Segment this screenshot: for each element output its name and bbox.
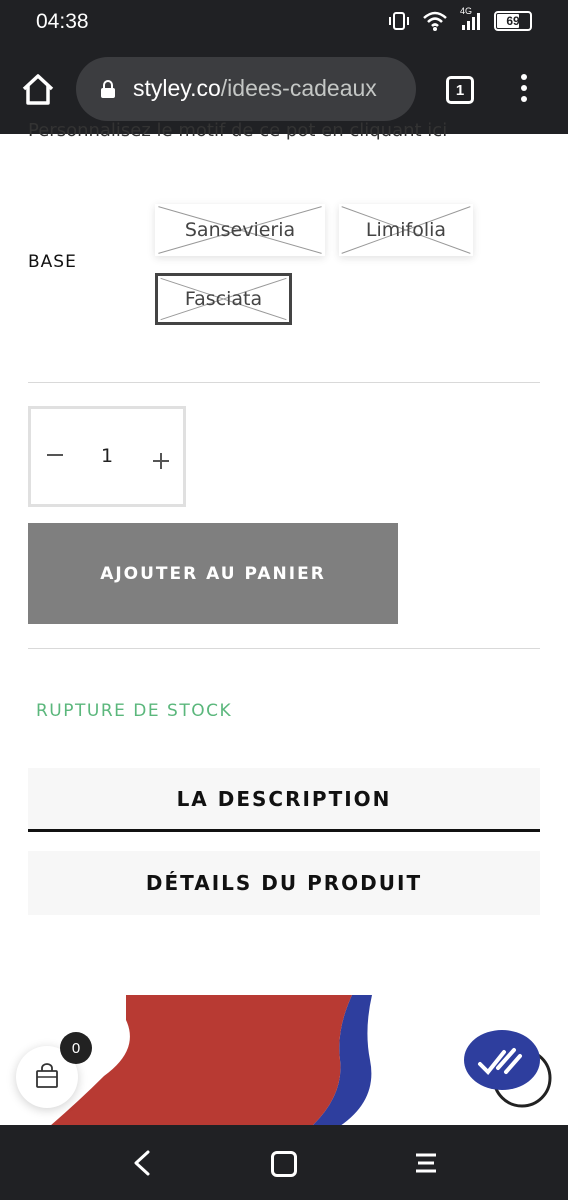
home-nav-icon[interactable] bbox=[271, 1151, 297, 1177]
home-icon[interactable] bbox=[18, 69, 58, 109]
recent-apps-icon[interactable] bbox=[414, 1151, 438, 1175]
url-path: /idees-cadeaux bbox=[220, 75, 377, 101]
tab-count: 1 bbox=[455, 81, 465, 99]
url-text: styley.co/idees-cadeaux bbox=[133, 75, 377, 102]
back-icon[interactable] bbox=[130, 1149, 154, 1177]
url-host: styley.co bbox=[133, 75, 221, 101]
status-bar: 04:38 4G 69 bbox=[0, 0, 568, 44]
quantity-stepper: 1 bbox=[28, 406, 186, 507]
customize-hint: Personnalisez le motif de ce pot en cliq… bbox=[28, 120, 448, 141]
cart-count-badge: 0 bbox=[60, 1032, 92, 1064]
tab-description[interactable]: LA DESCRIPTION bbox=[28, 768, 540, 832]
vibrate-icon bbox=[389, 12, 409, 30]
signal-icon: 4G bbox=[460, 6, 482, 32]
battery-icon: 69 bbox=[494, 11, 532, 31]
battery-level: 69 bbox=[506, 14, 520, 28]
more-options-icon[interactable] bbox=[514, 74, 534, 108]
quantity-input[interactable]: 1 bbox=[95, 445, 119, 467]
divider bbox=[28, 382, 540, 383]
increase-quantity-button[interactable] bbox=[149, 449, 173, 473]
base-option-label: BASE bbox=[28, 252, 77, 272]
status-time: 04:38 bbox=[36, 10, 89, 33]
chat-widget-icon[interactable] bbox=[464, 1028, 554, 1110]
shopping-bag-icon bbox=[36, 1063, 58, 1088]
product-image bbox=[50, 995, 372, 1126]
divider bbox=[28, 648, 540, 649]
stock-status: RUPTURE DE STOCK bbox=[36, 701, 233, 721]
variant-limifolia[interactable]: Limifolia bbox=[339, 204, 473, 256]
system-navigation-bar bbox=[0, 1125, 568, 1200]
status-icons: 4G 69 bbox=[388, 6, 532, 32]
tab-switcher-button[interactable]: 1 bbox=[446, 76, 474, 104]
variant-fasciata[interactable]: Fasciata bbox=[155, 273, 292, 325]
wifi-icon bbox=[423, 11, 447, 31]
variant-sansevieria[interactable]: Sansevieria bbox=[155, 204, 325, 256]
address-bar[interactable]: styley.co/idees-cadeaux bbox=[76, 57, 416, 121]
add-to-cart-button[interactable]: AJOUTER AU PANIER bbox=[28, 523, 398, 624]
tab-product-details[interactable]: DÉTAILS DU PRODUIT bbox=[28, 851, 540, 915]
lock-icon bbox=[101, 80, 115, 98]
variant-label: Fasciata bbox=[184, 288, 263, 310]
variant-label: Sansevieria bbox=[184, 219, 296, 241]
variant-label: Limifolia bbox=[365, 219, 447, 241]
decrease-quantity-button[interactable] bbox=[43, 443, 67, 467]
cart-count: 0 bbox=[71, 1039, 81, 1057]
